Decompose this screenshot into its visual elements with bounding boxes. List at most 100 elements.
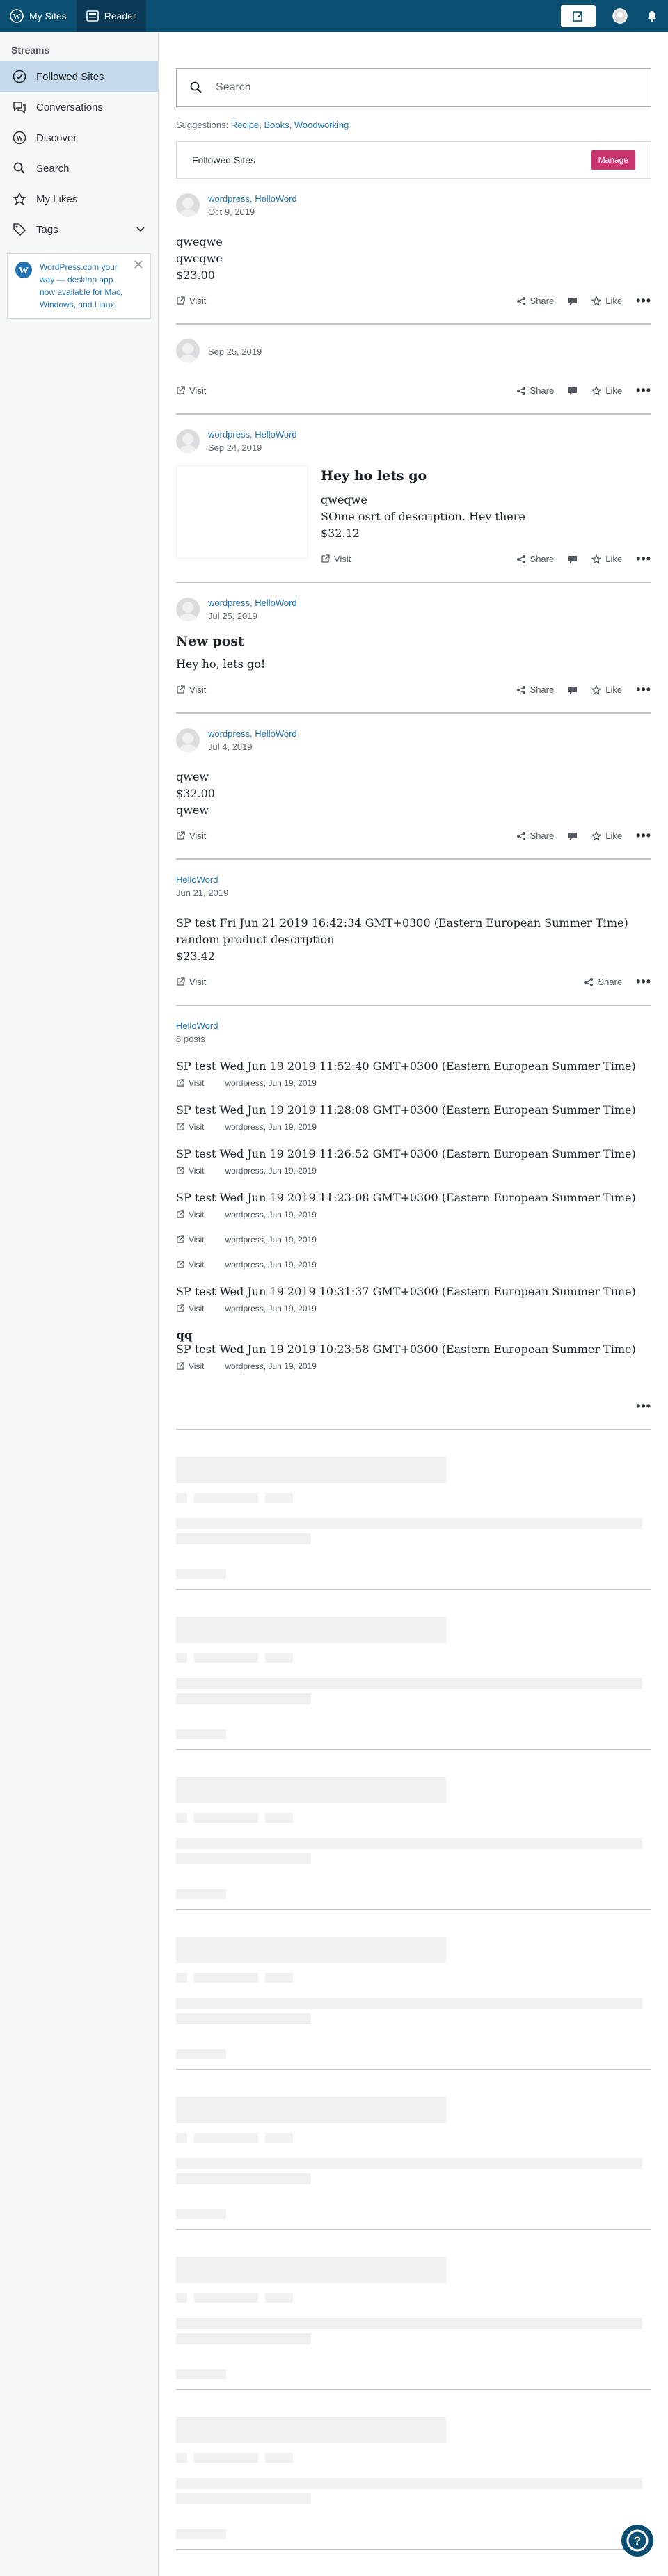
more-options-icon[interactable]: ••• <box>636 552 651 566</box>
visit-button[interactable]: Visit <box>176 1078 204 1088</box>
site-link[interactable]: wordpress, HelloWord <box>208 193 297 204</box>
like-button[interactable]: Like <box>591 296 622 306</box>
combined-post-item[interactable]: SP test Wed Jun 19 2019 11:52:40 GMT+030… <box>176 1059 651 1088</box>
site-link[interactable]: wordpress, HelloWord <box>208 598 297 608</box>
avatar[interactable] <box>176 429 200 453</box>
write-button[interactable] <box>561 5 596 27</box>
share-icon <box>516 831 525 840</box>
more-options-icon[interactable]: ••• <box>636 1399 651 1414</box>
share-icon <box>584 977 594 986</box>
suggestion-link[interactable]: Woodworking <box>294 120 349 130</box>
combined-post-item[interactable]: SP test Wed Jun 19 2019 11:26:52 GMT+030… <box>176 1147 651 1176</box>
reader-label: Reader <box>104 10 136 22</box>
share-button[interactable]: Share <box>516 554 554 564</box>
avatar[interactable] <box>176 339 200 362</box>
post-title[interactable]: SP test Wed Jun 19 2019 10:31:37 GMT+030… <box>176 1285 651 1298</box>
more-options-icon[interactable]: ••• <box>636 383 651 398</box>
avatar[interactable] <box>176 597 200 621</box>
help-button[interactable]: ? <box>621 2525 653 2557</box>
visit-button[interactable]: Visit <box>176 1122 204 1132</box>
sidebar-item-tags[interactable]: Tags <box>0 214 158 245</box>
visit-button[interactable]: Visit <box>176 1361 204 1371</box>
visit-button[interactable]: Visit <box>176 1304 204 1313</box>
post-title[interactable]: SP test Wed Jun 19 2019 11:23:08 GMT+030… <box>176 1191 651 1204</box>
comment-button[interactable] <box>568 554 578 564</box>
share-button[interactable]: Share <box>516 296 555 306</box>
sidebar-item-search[interactable]: Search <box>0 153 158 184</box>
sidebar-item-discover[interactable]: W Discover <box>0 122 158 153</box>
post-title[interactable]: SP test Wed Jun 19 2019 10:23:58 GMT+030… <box>176 1343 651 1356</box>
post-card[interactable]: wordpress, HelloWord Jul 4, 2019 qwew $3… <box>176 714 651 860</box>
more-options-icon[interactable]: ••• <box>636 682 651 697</box>
visit-button[interactable]: Visit <box>176 385 206 396</box>
post-title[interactable]: New post <box>176 634 651 649</box>
post-card[interactable]: Sep 25, 2019 Visit Share Like ••• <box>176 325 651 415</box>
manage-button[interactable]: Manage <box>591 150 635 170</box>
suggestion-link[interactable]: Recipe <box>231 120 259 130</box>
site-link[interactable]: HelloWord <box>176 874 218 885</box>
comment-button[interactable] <box>568 296 578 306</box>
my-sites-button[interactable]: W My Sites <box>0 0 77 32</box>
site-link[interactable]: HelloWord <box>176 1021 218 1031</box>
post-title[interactable]: Hey ho lets go <box>321 468 651 483</box>
post-title[interactable]: SP test Wed Jun 19 2019 11:26:52 GMT+030… <box>176 1147 651 1160</box>
share-button[interactable]: Share <box>516 385 554 396</box>
chevron-down-icon[interactable] <box>136 225 145 234</box>
share-label: Share <box>530 296 555 306</box>
combined-post-item[interactable]: SP test Wed Jun 19 2019 11:23:08 GMT+030… <box>176 1191 651 1219</box>
visit-button[interactable]: Visit <box>176 1210 204 1219</box>
suggestion-link[interactable]: Books <box>264 120 289 130</box>
sidebar-item-my-likes[interactable]: My Likes <box>0 184 158 214</box>
share-button[interactable]: Share <box>516 831 554 841</box>
placeholder-title <box>176 1617 446 1643</box>
notifications-button[interactable] <box>636 0 668 32</box>
like-button[interactable]: Like <box>591 831 622 841</box>
post-title[interactable]: SP test Wed Jun 19 2019 11:28:08 GMT+030… <box>176 1103 651 1117</box>
sidebar-item-conversations[interactable]: Conversations <box>0 92 158 122</box>
sidebar-item-followed-sites[interactable]: Followed Sites <box>0 61 158 92</box>
share-button[interactable]: Share <box>584 977 622 987</box>
combined-post-item[interactable]: SP test Wed Jun 19 2019 10:31:37 GMT+030… <box>176 1285 651 1313</box>
search-input[interactable]: Search <box>176 68 651 107</box>
search-icon <box>13 162 25 174</box>
combined-post-item[interactable]: Visit wordpress, Jun 19, 2019 <box>176 1260 651 1270</box>
like-button[interactable]: Like <box>591 554 622 564</box>
post-title[interactable]: qq <box>176 1329 651 1343</box>
visit-button[interactable]: Visit <box>176 296 206 306</box>
combined-post-item[interactable]: Visit wordpress, Jun 19, 2019 <box>176 1235 651 1245</box>
post-thumbnail[interactable] <box>176 465 308 559</box>
comment-button[interactable] <box>568 386 578 396</box>
desktop-app-notice[interactable]: W WordPress.com your way — desktop app n… <box>7 253 151 319</box>
external-link-icon <box>177 977 185 986</box>
post-card[interactable]: wordpress, HelloWord Jul 25, 2019 New po… <box>176 583 651 714</box>
visit-button[interactable]: Visit <box>176 1166 204 1176</box>
combined-post-item[interactable]: SP test Wed Jun 19 2019 11:28:08 GMT+030… <box>176 1103 651 1132</box>
reader-button[interactable]: Reader <box>76 0 146 32</box>
more-options-icon[interactable]: ••• <box>636 975 651 989</box>
avatar[interactable] <box>176 193 200 217</box>
comment-button[interactable] <box>568 831 578 841</box>
more-options-icon[interactable]: ••• <box>636 829 651 843</box>
post-card[interactable]: wordpress, HelloWord Oct 9, 2019 qweqwe … <box>176 179 651 325</box>
post-card[interactable]: wordpress, HelloWord Sep 24, 2019 Hey ho… <box>176 415 651 583</box>
like-button[interactable]: Like <box>591 685 622 695</box>
share-button[interactable]: Share <box>516 685 554 695</box>
visit-button[interactable]: Visit <box>176 977 206 987</box>
visit-button[interactable]: Visit <box>321 554 351 564</box>
like-button[interactable]: Like <box>591 385 622 396</box>
visit-button[interactable]: Visit <box>176 685 206 695</box>
profile-button[interactable] <box>604 0 636 32</box>
post-title[interactable]: SP test Wed Jun 19 2019 11:52:40 GMT+030… <box>176 1059 651 1073</box>
site-link[interactable]: wordpress, HelloWord <box>208 728 297 739</box>
post-card[interactable]: HelloWord Jun 21, 2019 SP test Fri Jun 2… <box>176 860 651 1006</box>
comment-button[interactable] <box>568 685 578 695</box>
visit-button[interactable]: Visit <box>176 1235 204 1245</box>
combined-post-item[interactable]: qq SP test Wed Jun 19 2019 10:23:58 GMT+0… <box>176 1329 651 1371</box>
visit-button[interactable]: Visit <box>176 1260 204 1270</box>
avatar[interactable] <box>176 728 200 752</box>
site-link[interactable]: wordpress, HelloWord <box>208 429 297 440</box>
external-link-icon <box>177 296 185 305</box>
more-options-icon[interactable]: ••• <box>636 294 651 308</box>
close-icon[interactable] <box>134 259 143 269</box>
visit-button[interactable]: Visit <box>176 831 206 841</box>
